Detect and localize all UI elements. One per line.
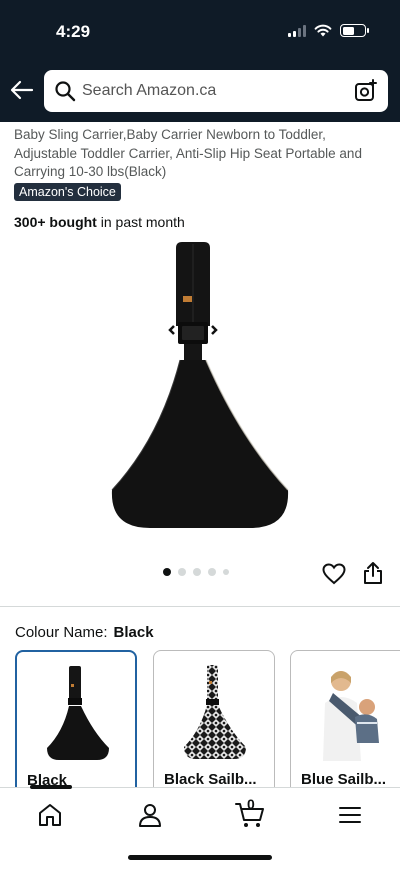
battery-icon [340,24,369,37]
carousel-dot[interactable] [193,568,201,576]
bought-count-rest: in past month [96,214,185,230]
active-tab-indicator [30,785,72,789]
status-bar: 4:29 [0,0,400,58]
carousel-dot[interactable] [163,568,171,576]
swatch-blue-sailboat[interactable]: Blue Sailb... [290,650,400,800]
swatch-label: Blue Sailb... [301,771,387,788]
status-time: 4:29 [56,22,91,41]
back-arrow-icon[interactable] [10,80,34,100]
product-title[interactable]: Baby Sling Carrier,Baby Carrier Newborn … [14,126,389,182]
carousel-dot[interactable] [178,568,186,576]
status-icons [288,24,369,37]
signal-icon [288,24,306,37]
section-divider [0,606,400,607]
bought-count-bold: 300+ bought [14,214,97,230]
share-icon[interactable] [362,561,384,585]
bought-count: 300+ bought in past month [14,214,185,230]
swatch-black-sailboat[interactable]: Black Sailb... [153,650,275,800]
home-icon[interactable] [37,802,63,828]
search-header [0,58,400,122]
swatch-image [47,666,109,760]
colour-name-label: Colour Name: [15,624,108,641]
search-input[interactable] [82,82,354,100]
colour-name-value: Black [113,624,154,641]
swatch-image [323,671,379,761]
home-indicator-bar [128,855,272,860]
search-box[interactable] [44,70,388,112]
cart-count: 0 [247,796,255,812]
product-image[interactable] [100,238,300,538]
wifi-icon [314,24,332,37]
carousel-dot[interactable] [208,568,216,576]
menu-icon[interactable] [337,802,363,828]
account-icon[interactable] [137,802,163,828]
swatch-black[interactable]: Black [15,650,137,800]
swatch-image [184,665,246,759]
image-carousel-dots[interactable] [163,568,229,576]
carousel-dot[interactable] [223,569,229,575]
colour-name-row: Colour Name: Black [15,624,154,641]
cart-button[interactable]: 0 [234,796,266,830]
amazons-choice-badge: Amazon's Choice [14,183,121,201]
swatch-label: Black Sailb... [164,771,257,788]
search-icon [55,81,76,102]
camera-icon[interactable] [354,79,378,103]
heart-icon[interactable] [322,563,346,585]
